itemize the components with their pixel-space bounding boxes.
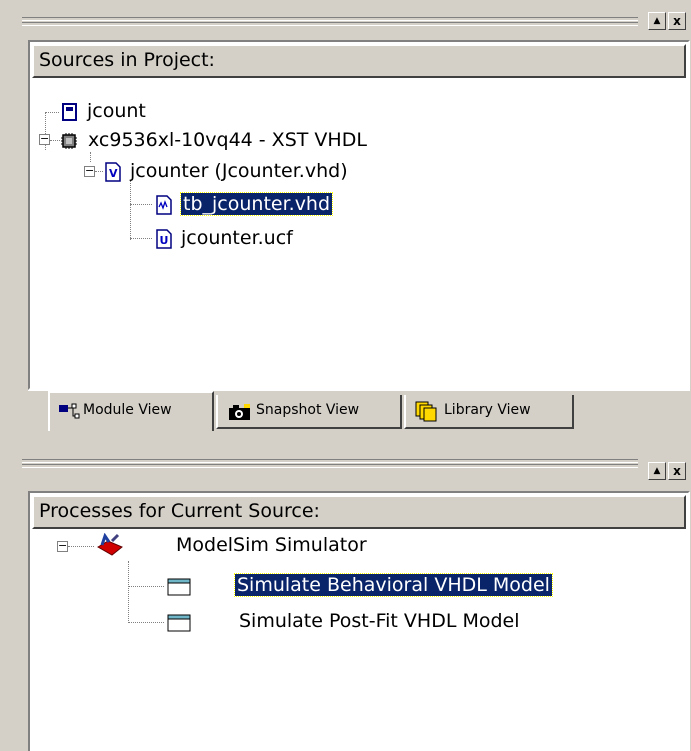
grip-line	[22, 22, 638, 26]
grip-line	[22, 17, 638, 21]
process-icon	[167, 613, 191, 633]
processes-pane[interactable]: Processes for Current Source: − ModelSim…	[28, 491, 690, 751]
restore-button[interactable]: ▲	[648, 12, 666, 30]
tree-line	[130, 204, 152, 205]
svg-text:U: U	[160, 234, 169, 247]
close-button[interactable]: x	[668, 462, 686, 480]
library-icon	[414, 400, 438, 422]
tree-node-jcounter-ucf[interactable]: jcounter.ucf	[181, 227, 293, 249]
tree-node-modelsim-simulator[interactable]: ModelSim Simulator	[176, 534, 367, 556]
restore-icon: ▲	[653, 16, 661, 26]
tab-library-view[interactable]: Library View	[404, 395, 574, 429]
tree-node-device[interactable]: xc9536xl-10vq44 - XST VHDL	[88, 129, 367, 151]
tree-node-jcounter[interactable]: jcounter (Jcounter.vhd)	[130, 160, 348, 182]
tree-line	[128, 561, 129, 623]
chip-icon	[60, 131, 78, 151]
tree-line	[50, 140, 60, 141]
tree-line	[45, 112, 59, 113]
close-icon: x	[673, 464, 681, 478]
testbench-file-icon	[155, 195, 173, 215]
tree-line	[68, 546, 94, 547]
tree-line	[128, 586, 164, 587]
svg-text:V: V	[109, 167, 118, 180]
tab-label: Library View	[444, 402, 531, 418]
tab-snapshot-view[interactable]: Snapshot View	[216, 395, 402, 429]
close-icon: x	[673, 14, 681, 28]
camera-icon	[228, 402, 250, 420]
project-icon	[61, 102, 79, 122]
collapse-toggle[interactable]: −	[57, 540, 68, 552]
sources-header: Sources in Project:	[32, 44, 686, 78]
tree-line	[95, 171, 103, 172]
tree-line	[130, 180, 131, 240]
module-view-icon	[58, 401, 80, 419]
tree-line	[90, 152, 91, 162]
tree-node-jcount[interactable]: jcount	[87, 100, 146, 122]
collapse-toggle[interactable]: −	[84, 165, 95, 177]
tab-module-view[interactable]: Module View	[48, 391, 214, 431]
restore-icon: ▲	[653, 466, 661, 476]
tree-line	[128, 622, 164, 623]
tree-node-simulate-behavioral[interactable]: Simulate Behavioral VHDL Model	[234, 573, 553, 597]
vhdl-file-icon: V	[104, 162, 122, 182]
sources-title-bar[interactable]: ▲ x	[22, 12, 688, 34]
restore-button[interactable]: ▲	[648, 462, 666, 480]
collapse-toggle[interactable]: −	[39, 133, 50, 145]
tree-line	[130, 238, 152, 239]
grip-line	[22, 464, 638, 468]
constraint-file-icon: U	[155, 229, 173, 249]
tree-node-simulate-post-fit[interactable]: Simulate Post-Fit VHDL Model	[239, 610, 520, 632]
grip-line	[22, 459, 638, 463]
tab-label: Module View	[83, 402, 172, 418]
tab-label: Snapshot View	[256, 402, 360, 418]
sources-pane[interactable]: Sources in Project: − − jcount xc9536xl-…	[28, 40, 690, 390]
tree-node-tb-jcounter[interactable]: tb_jcounter.vhd	[179, 192, 334, 216]
processes-title-bar[interactable]: ▲ x	[22, 456, 688, 480]
process-icon	[167, 577, 191, 597]
close-button[interactable]: x	[668, 12, 686, 30]
simulator-icon	[96, 532, 126, 557]
processes-header: Processes for Current Source:	[32, 495, 686, 529]
